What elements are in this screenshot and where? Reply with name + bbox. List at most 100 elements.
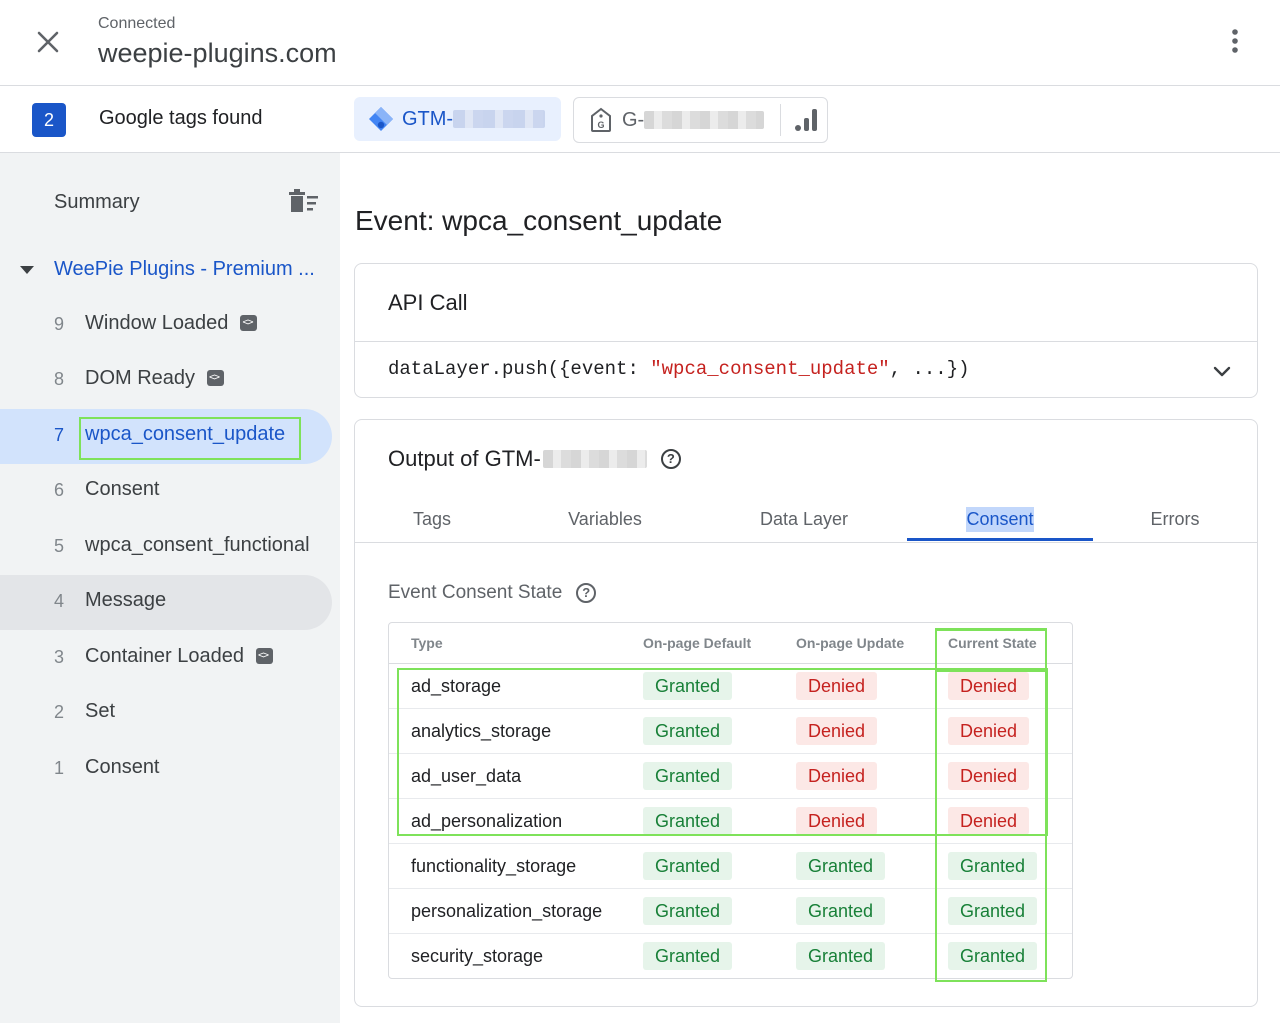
event-number: 5 [54,536,65,556]
status-badge: Denied [948,717,1030,745]
status-badge: Granted [643,762,733,790]
table-header: Type On-page Default On-page Update Curr… [389,623,1072,664]
chevron-down-icon[interactable] [1211,360,1233,382]
event-number: 7 [54,425,65,445]
consent-type: functionality_storage [411,856,577,876]
container-toggle[interactable]: WeePie Plugins - Premium ... [16,257,336,285]
status-badge: Granted [643,897,733,925]
consent-table: Type On-page Default On-page Update Curr… [388,622,1073,979]
table-row: ad_user_data Granted Denied Denied [389,754,1072,799]
event-name: Message [85,589,167,611]
header-type: Type [411,635,443,651]
event-item-consent-initial[interactable]: 1 Consent [0,742,332,797]
event-item-dom-ready[interactable]: 8 DOM Ready [0,353,332,408]
help-icon[interactable]: ? [576,583,597,603]
event-title: Event: wpca_consent_update [355,205,723,236]
tab-errors[interactable]: Errors [1093,496,1257,542]
tab-data-layer[interactable]: Data Layer [701,496,907,542]
code-icon [256,647,274,664]
tab-consent[interactable]: Consent [907,496,1093,542]
consent-type: ad_storage [411,676,502,696]
tag-count-badge: 2 [32,103,66,137]
consent-type: ad_personalization [411,811,563,831]
tab-tags[interactable]: Tags [355,496,509,542]
status-badge: Granted [643,717,733,745]
delete-sweep-icon[interactable] [288,188,320,216]
consent-type: security_storage [411,946,544,966]
table-row: ad_storage Granted Denied Denied [389,664,1072,709]
event-item-container-loaded[interactable]: 3 Container Loaded [0,631,332,686]
container-name: WeePie Plugins - Premium ... [54,258,315,280]
event-number: 4 [54,591,65,611]
chip-divider [780,104,781,136]
consent-type: ad_user_data [411,766,522,786]
status-badge: Denied [948,762,1030,790]
status-badge: Granted [796,942,886,970]
more-vert-icon[interactable] [1222,26,1248,56]
table-row: ad_personalization Granted Denied Denied [389,799,1072,844]
code-icon [207,369,225,386]
event-name: Container Loaded [85,645,274,668]
api-call-card: API Call dataLayer.push({event: "wpca_co… [354,263,1258,398]
event-number: 1 [54,758,65,778]
header-default: On-page Default [643,635,752,651]
event-sidebar: Summary WeePie Plugins - Premium ... 9 W… [0,153,340,1023]
event-item-wpca-consent-functional[interactable]: 5 wpca_consent_functional [0,520,332,575]
event-name: Consent [85,478,160,500]
status-badge: Granted [948,942,1038,970]
tab-variables[interactable]: Variables [509,496,701,542]
status-badge: Denied [948,672,1030,700]
connection-status: Connected [98,15,176,32]
status-badge: Granted [643,852,733,880]
header-update: On-page Update [796,635,905,651]
event-item-window-loaded[interactable]: 9 Window Loaded [0,298,332,353]
api-call-code: dataLayer.push({event: "wpca_consent_upd… [388,358,970,380]
connected-domain: weepie-plugins.com [98,38,337,68]
status-badge: Granted [643,672,733,700]
caret-down-icon [20,266,34,274]
status-badge: Granted [796,852,886,880]
gtm-diamond-icon [369,107,393,131]
svg-text:G: G [597,120,604,130]
event-number: 3 [54,647,65,667]
summary-link[interactable]: Summary [54,191,140,214]
event-name: DOM Ready [85,367,225,390]
status-badge: Granted [948,852,1038,880]
gtm-container-chip[interactable]: GTM- [354,97,561,141]
event-item-set[interactable]: 2 Set [0,686,332,741]
event-item-message[interactable]: 4 Message [0,575,332,630]
card-divider [355,341,1257,342]
help-icon[interactable]: ? [660,449,681,469]
top-bar: Connected weepie-plugins.com [0,0,1280,86]
ga-tag-chip[interactable]: G G- [573,97,828,143]
event-item-wpca-consent-update[interactable]: 7 wpca_consent_update [0,409,332,464]
status-badge: Denied [796,672,878,700]
header-current: Current State [948,635,1037,651]
event-item-consent[interactable]: 6 Consent [0,464,332,519]
output-tabs: Tags Variables Data Layer Consent Errors [355,496,1257,543]
status-badge: Denied [796,762,878,790]
status-badge: Granted [643,807,733,835]
ga-id-prefix: G- [622,108,645,131]
event-consent-state-title: Event Consent State ? [388,582,597,604]
tags-found-label: Google tags found [99,107,263,129]
event-number: 8 [54,369,65,389]
redacted-container-id [542,450,647,468]
event-number: 2 [54,702,65,722]
table-row: functionality_storage Granted Granted Grant… [389,844,1072,889]
status-badge: Denied [796,717,878,745]
output-card: Output of GTM- ? Tags Variables Data Lay… [354,419,1258,1007]
close-icon[interactable] [30,24,66,60]
table-body: ad_storage Granted Denied Denied analytics_s… [389,664,1072,978]
output-title: Output of GTM- ? [388,446,681,472]
status-badge: Granted [643,942,733,970]
redacted-gtm-id [453,110,546,128]
status-badge: Granted [796,897,886,925]
table-row: personalization_storage Granted Granted Gra… [389,889,1072,934]
event-number: 9 [54,314,65,334]
event-name: wpca_consent_update [85,423,286,445]
status-badge: Denied [796,807,878,835]
code-icon [240,314,258,331]
analytics-bars-icon[interactable] [792,106,820,134]
status-badge: Granted [948,897,1038,925]
